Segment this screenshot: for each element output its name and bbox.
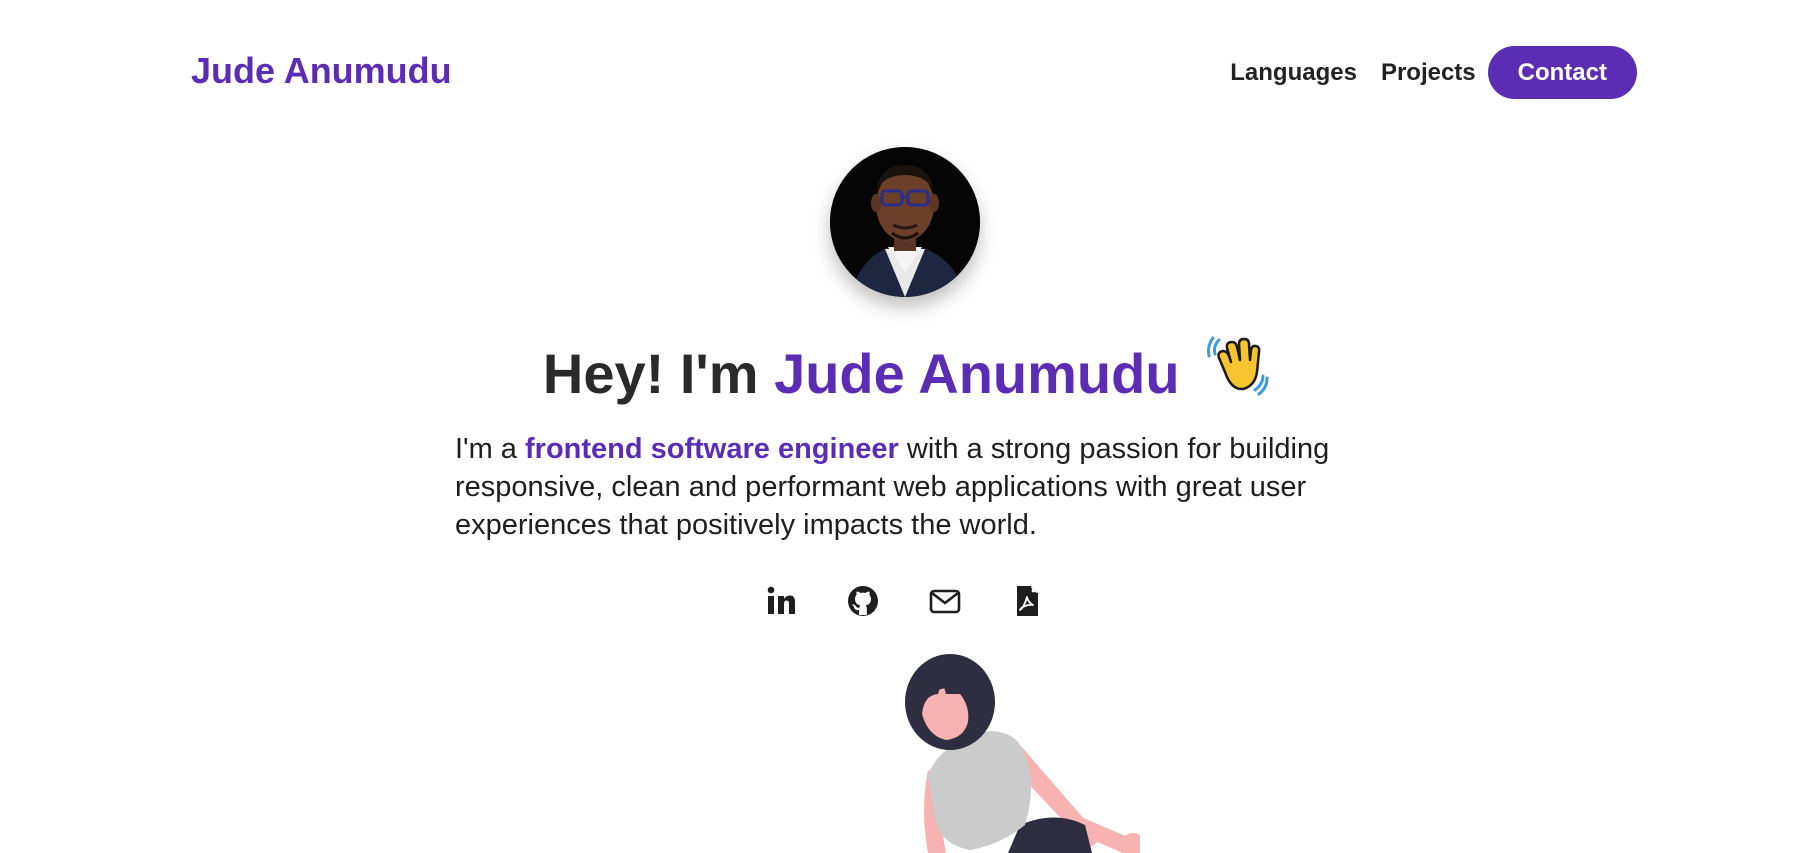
linkedin-icon[interactable] — [765, 585, 797, 617]
brand-logo-link[interactable]: Jude Anumudu — [191, 50, 452, 92]
social-links — [765, 585, 1043, 617]
nav-languages-link[interactable]: Languages — [1230, 59, 1357, 87]
site-header: Jude Anumudu Languages Projects Contact — [0, 0, 1812, 145]
hero-description-highlight: frontend software engineer — [525, 433, 899, 465]
nav-projects-link[interactable]: Projects — [1381, 59, 1476, 87]
profile-avatar — [830, 147, 980, 297]
main-nav: Languages Projects Contact — [1230, 46, 1637, 99]
profile-photo — [830, 147, 980, 297]
hero-description-prefix: I'm a — [455, 433, 525, 465]
waving-hand-icon — [1205, 332, 1269, 413]
hero-heading-prefix: Hey! I'm — [542, 342, 775, 405]
hero-heading: Hey! I'm Jude Anumudu — [0, 336, 1812, 413]
contact-button[interactable]: Contact — [1487, 46, 1637, 99]
hero-heading-name: Jude Anumudu — [774, 342, 1180, 405]
person-illustration — [880, 650, 1145, 853]
hero-description: I'm a frontend software engineer with a … — [455, 430, 1355, 544]
github-icon[interactable] — [847, 585, 879, 617]
mail-icon[interactable] — [929, 585, 961, 617]
portfolio-page: Jude Anumudu Languages Projects Contact — [0, 0, 1812, 853]
pdf-resume-icon[interactable] — [1011, 585, 1043, 617]
